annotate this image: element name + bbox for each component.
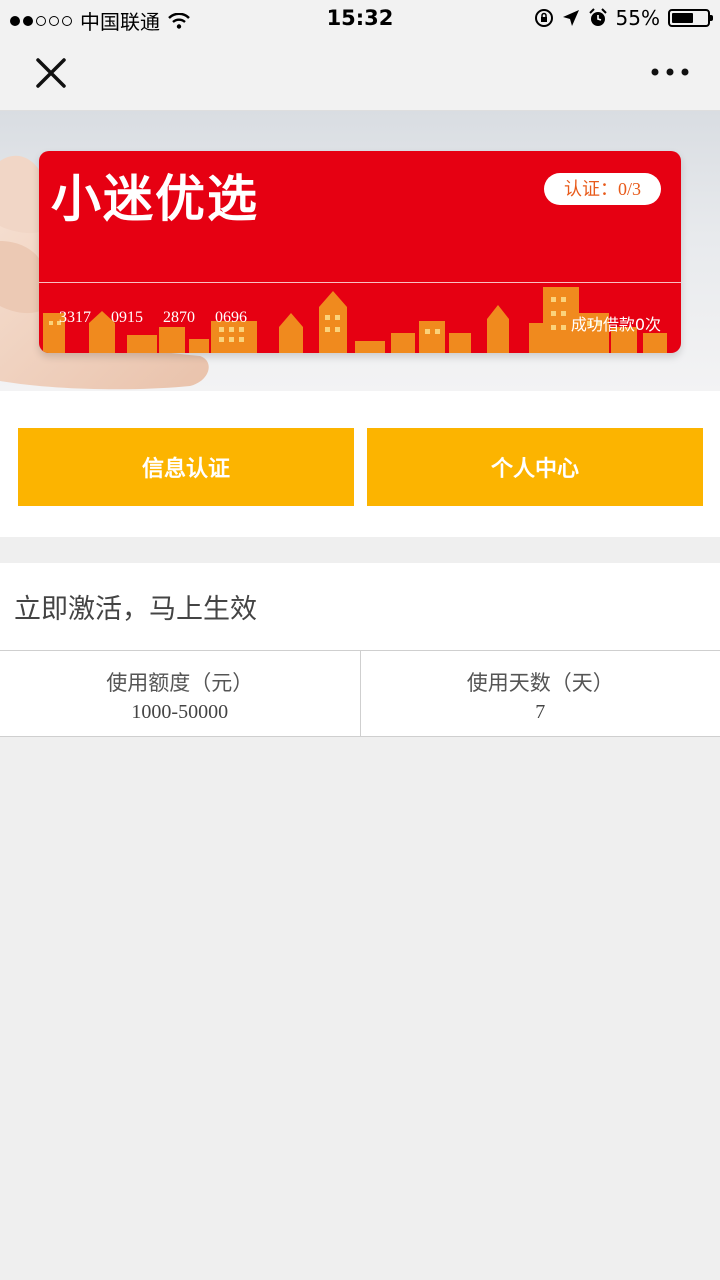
- nav-bar: [0, 36, 720, 111]
- location-arrow-icon: [562, 10, 579, 26]
- banner: 小迷优选 认证：0/3 3317 0915 2870 0696 成功借款0次: [0, 111, 720, 391]
- usage-days-label: 使用天数（天）: [466, 671, 614, 695]
- credit-limit-value: 1000-50000: [131, 701, 229, 723]
- credit-limit-cell: 使用额度（元） 1000-50000: [0, 651, 360, 736]
- close-icon[interactable]: [30, 52, 72, 94]
- usage-days-cell: 使用天数（天） 7: [359, 651, 720, 736]
- battery-percent: 55%: [615, 6, 660, 30]
- status-right: 55%: [534, 6, 713, 30]
- card-number-group: 2870: [163, 309, 195, 326]
- battery-icon: [668, 9, 713, 27]
- action-section: 信息认证 个人中心: [0, 391, 720, 537]
- card-logo: 小迷优选: [51, 170, 259, 228]
- card-number-group: 3317: [59, 309, 91, 326]
- more-icon[interactable]: [650, 62, 690, 82]
- loan-count: 成功借款0次: [570, 315, 661, 334]
- rotation-lock-icon: [534, 9, 553, 27]
- card-number-group: 0696: [215, 309, 247, 326]
- status-bar: 中国联通 15:32 55%: [0, 0, 720, 36]
- member-card: 小迷优选 认证：0/3 3317 0915 2870 0696 成功借款0次: [39, 151, 681, 353]
- activation-title: 立即激活，马上生效: [14, 594, 257, 625]
- activation-section: 立即激活，马上生效 使用额度（元） 1000-50000 使用天数（天） 7: [0, 563, 720, 737]
- card-number: 3317 0915 2870 0696: [59, 309, 247, 327]
- card-number-group: 0915: [111, 309, 143, 326]
- personal-center-button[interactable]: 个人中心: [367, 428, 703, 506]
- info-cert-button[interactable]: 信息认证: [18, 428, 354, 506]
- activation-table: 使用额度（元） 1000-50000 使用天数（天） 7: [0, 650, 720, 737]
- alarm-icon: [588, 8, 607, 26]
- usage-days-value: 7: [535, 701, 546, 723]
- credit-limit-label: 使用额度（元）: [106, 671, 254, 695]
- certification-badge: 认证：0/3: [543, 173, 661, 205]
